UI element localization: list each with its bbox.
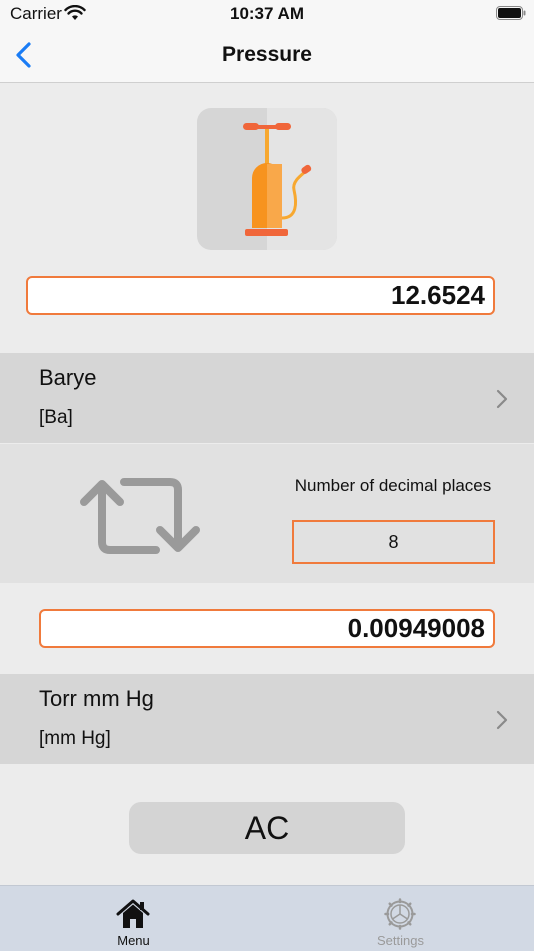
to-unit-selector[interactable]: Torr mm Hg [mm Hg] — [0, 674, 534, 764]
input-value-field[interactable]: 12.6524 — [26, 276, 495, 315]
page-title: Pressure — [222, 43, 312, 66]
navigation-bar: Pressure — [0, 28, 534, 83]
tab-settings[interactable]: Settings — [267, 886, 534, 951]
battery-icon — [496, 6, 526, 20]
home-icon — [116, 899, 150, 928]
tab-bar: Menu Settings — [0, 885, 534, 951]
tab-menu[interactable]: Menu — [0, 886, 267, 951]
tab-settings-label: Settings — [377, 933, 424, 948]
gear-icon — [384, 898, 416, 930]
swap-units-icon[interactable] — [80, 468, 202, 560]
pump-icon — [197, 108, 337, 250]
output-value-field[interactable]: 0.00949008 — [39, 609, 495, 648]
to-unit-name: Torr mm Hg — [39, 686, 154, 711]
decimal-places-input[interactable]: 8 — [292, 520, 495, 564]
decimal-places-label: Number of decimal places — [294, 476, 492, 495]
from-unit-name: Barye — [39, 365, 97, 390]
chevron-right-icon — [496, 389, 508, 409]
to-unit-symbol: [mm Hg] — [39, 728, 111, 749]
clock: 10:37 AM — [229, 4, 304, 23]
from-unit-symbol: [Ba] — [39, 407, 73, 428]
tab-menu-label: Menu — [117, 933, 150, 948]
status-bar: Carrier 10:37 AM — [0, 0, 534, 28]
clear-button[interactable]: AC — [129, 802, 405, 854]
swap-panel: Number of decimal places 8 — [0, 444, 534, 583]
from-unit-selector[interactable]: Barye [Ba] — [0, 353, 534, 443]
chevron-right-icon — [496, 710, 508, 730]
